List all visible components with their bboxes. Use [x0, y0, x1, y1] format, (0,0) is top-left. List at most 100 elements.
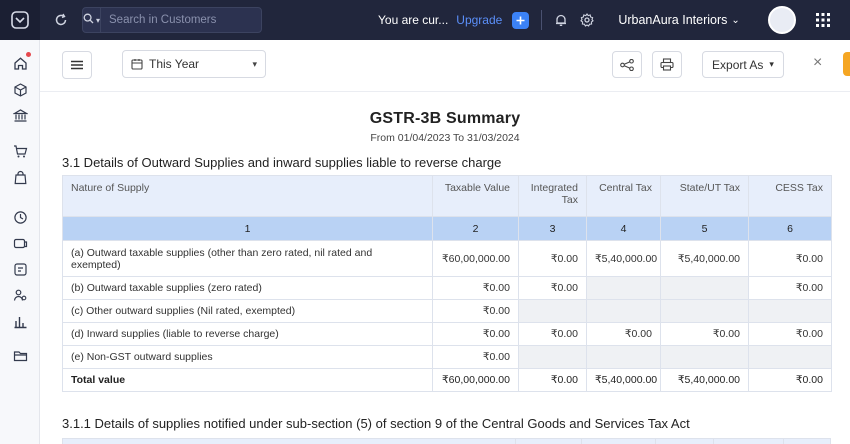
supply-nature: (e) Non-GST outward supplies: [62, 345, 433, 369]
central-tax: [586, 299, 661, 323]
trial-notice: You are cur...: [378, 13, 449, 27]
export-label: Export As: [712, 57, 764, 72]
total-taxable-value: ₹60,00,000.00: [432, 368, 519, 392]
column-header: Nature of Supply: [62, 175, 433, 217]
column-number-row: 1 2 3 4 5 6: [62, 216, 832, 241]
folder-doc-icon[interactable]: [11, 260, 29, 278]
search-box: ▾: [82, 7, 262, 33]
integrated-tax: [518, 345, 587, 369]
period-label: This Year: [149, 57, 200, 71]
share-button[interactable]: [612, 51, 642, 78]
central-tax: [586, 345, 661, 369]
chevron-down-icon: ▾: [252, 58, 257, 69]
chevron-down-icon: ▾: [769, 59, 774, 69]
search-scope-picker[interactable]: ▾: [83, 8, 102, 32]
column-number: 4: [586, 216, 661, 241]
table-row: (b) Outward taxable supplies (zero rated…: [62, 276, 832, 300]
report-toolbar: This Year ▾ Export As ▾ ×: [40, 40, 850, 92]
folder-icon[interactable]: [11, 346, 29, 364]
table-row: (e) Non-GST outward supplies ₹0.00: [62, 345, 832, 369]
table-header-row: Nature of Supply Taxable Value Integrate…: [62, 175, 832, 217]
bell-icon[interactable]: [554, 13, 568, 27]
close-icon[interactable]: ×: [813, 54, 822, 72]
column-header: Central Tax: [586, 175, 661, 217]
cart-icon[interactable]: [11, 142, 29, 160]
period-dropdown[interactable]: This Year ▾: [122, 50, 266, 78]
table-row: (c) Other outward supplies (Nil rated, e…: [62, 299, 832, 323]
box-icon[interactable]: [11, 80, 29, 98]
supply-nature: (a) Outward taxable supplies (other than…: [62, 240, 433, 277]
notified-supplies-table-header: [62, 438, 831, 444]
chevron-down-icon: ▾: [96, 15, 101, 25]
state-tax: [660, 299, 749, 323]
column-divider: [655, 439, 656, 444]
table-total-row: Total value ₹60,00,000.00 ₹0.00 ₹5,40,00…: [62, 368, 832, 392]
home-icon[interactable]: [11, 52, 31, 72]
column-number: 5: [660, 216, 749, 241]
search-icon: [83, 13, 94, 27]
central-tax: ₹5,40,000.00: [586, 240, 661, 277]
supply-nature: (b) Outward taxable supplies (zero rated…: [62, 276, 433, 300]
users-icon[interactable]: [11, 286, 29, 304]
column-header: Taxable Value: [432, 175, 519, 217]
upgrade-link[interactable]: Upgrade: [456, 13, 502, 27]
printer-icon: [660, 58, 674, 71]
bank-icon[interactable]: [11, 106, 29, 124]
column-divider: [515, 439, 516, 444]
taxable-value: ₹60,00,000.00: [432, 240, 519, 277]
total-state-tax: ₹5,40,000.00: [660, 368, 749, 392]
print-button[interactable]: [652, 51, 682, 78]
logo-icon[interactable]: [0, 0, 40, 40]
section-heading-3-1: 3.1 Details of Outward Supplies and inwa…: [62, 155, 502, 170]
integrated-tax: ₹0.00: [518, 240, 587, 277]
refresh-icon[interactable]: [52, 11, 70, 29]
supply-nature: (d) Inward supplies (liable to reverse c…: [62, 322, 433, 346]
plus-icon: [516, 16, 525, 24]
outward-supplies-table: Nature of Supply Taxable Value Integrate…: [62, 175, 832, 392]
report-body: GSTR-3B Summary From 01/04/2023 To 31/03…: [40, 92, 850, 444]
table-row: (d) Inward supplies (liable to reverse c…: [62, 322, 832, 346]
state-tax: [660, 276, 749, 300]
section-heading-3-1-1: 3.1.1 Details of supplies notified under…: [62, 416, 690, 431]
org-switcher[interactable]: UrbanAura Interiors ⌄: [618, 13, 739, 27]
side-panel-tab[interactable]: [843, 52, 850, 76]
integrated-tax: ₹0.00: [518, 276, 587, 300]
clock-icon[interactable]: [11, 208, 29, 226]
export-as-dropdown[interactable]: Export As ▾: [702, 51, 784, 78]
gear-icon[interactable]: [580, 13, 595, 27]
column-number: 3: [518, 216, 587, 241]
calendar-icon: [131, 59, 143, 70]
quick-create-button[interactable]: [512, 11, 530, 29]
central-tax: ₹0.00: [586, 322, 661, 346]
column-number: 6: [748, 216, 832, 241]
total-label: Total value: [62, 368, 433, 392]
column-divider: [581, 439, 582, 444]
state-tax: [660, 345, 749, 369]
sidebar: [0, 40, 40, 444]
share-icon: [620, 58, 634, 71]
column-number: 1: [62, 216, 433, 241]
total-integrated-tax: ₹0.00: [518, 368, 587, 392]
state-tax: ₹5,40,000.00: [660, 240, 749, 277]
column-divider: [783, 439, 784, 444]
table-row: (a) Outward taxable supplies (other than…: [62, 240, 832, 277]
integrated-tax: [518, 299, 587, 323]
taxable-value: ₹0.00: [432, 276, 519, 300]
taxable-value: ₹0.00: [432, 345, 519, 369]
column-header: State/UT Tax: [660, 175, 749, 217]
cess-tax: ₹0.00: [748, 322, 832, 346]
card-icon[interactable]: [11, 234, 29, 252]
column-header: CESS Tax: [748, 175, 832, 217]
bag-icon[interactable]: [11, 168, 29, 186]
column-divider: [713, 439, 714, 444]
search-input[interactable]: [101, 8, 261, 32]
column-header: Integrated Tax: [518, 175, 587, 217]
avatar[interactable]: [767, 6, 796, 34]
notification-dot: [26, 52, 31, 57]
total-cess-tax: ₹0.00: [748, 368, 832, 392]
cess-tax: [748, 299, 832, 323]
apps-grid-icon[interactable]: [815, 13, 830, 27]
bar-chart-icon[interactable]: [11, 312, 29, 330]
top-bar: ▾ You are cur... Upgrade UrbanAura Inter…: [0, 0, 850, 40]
menu-button[interactable]: [62, 51, 92, 79]
